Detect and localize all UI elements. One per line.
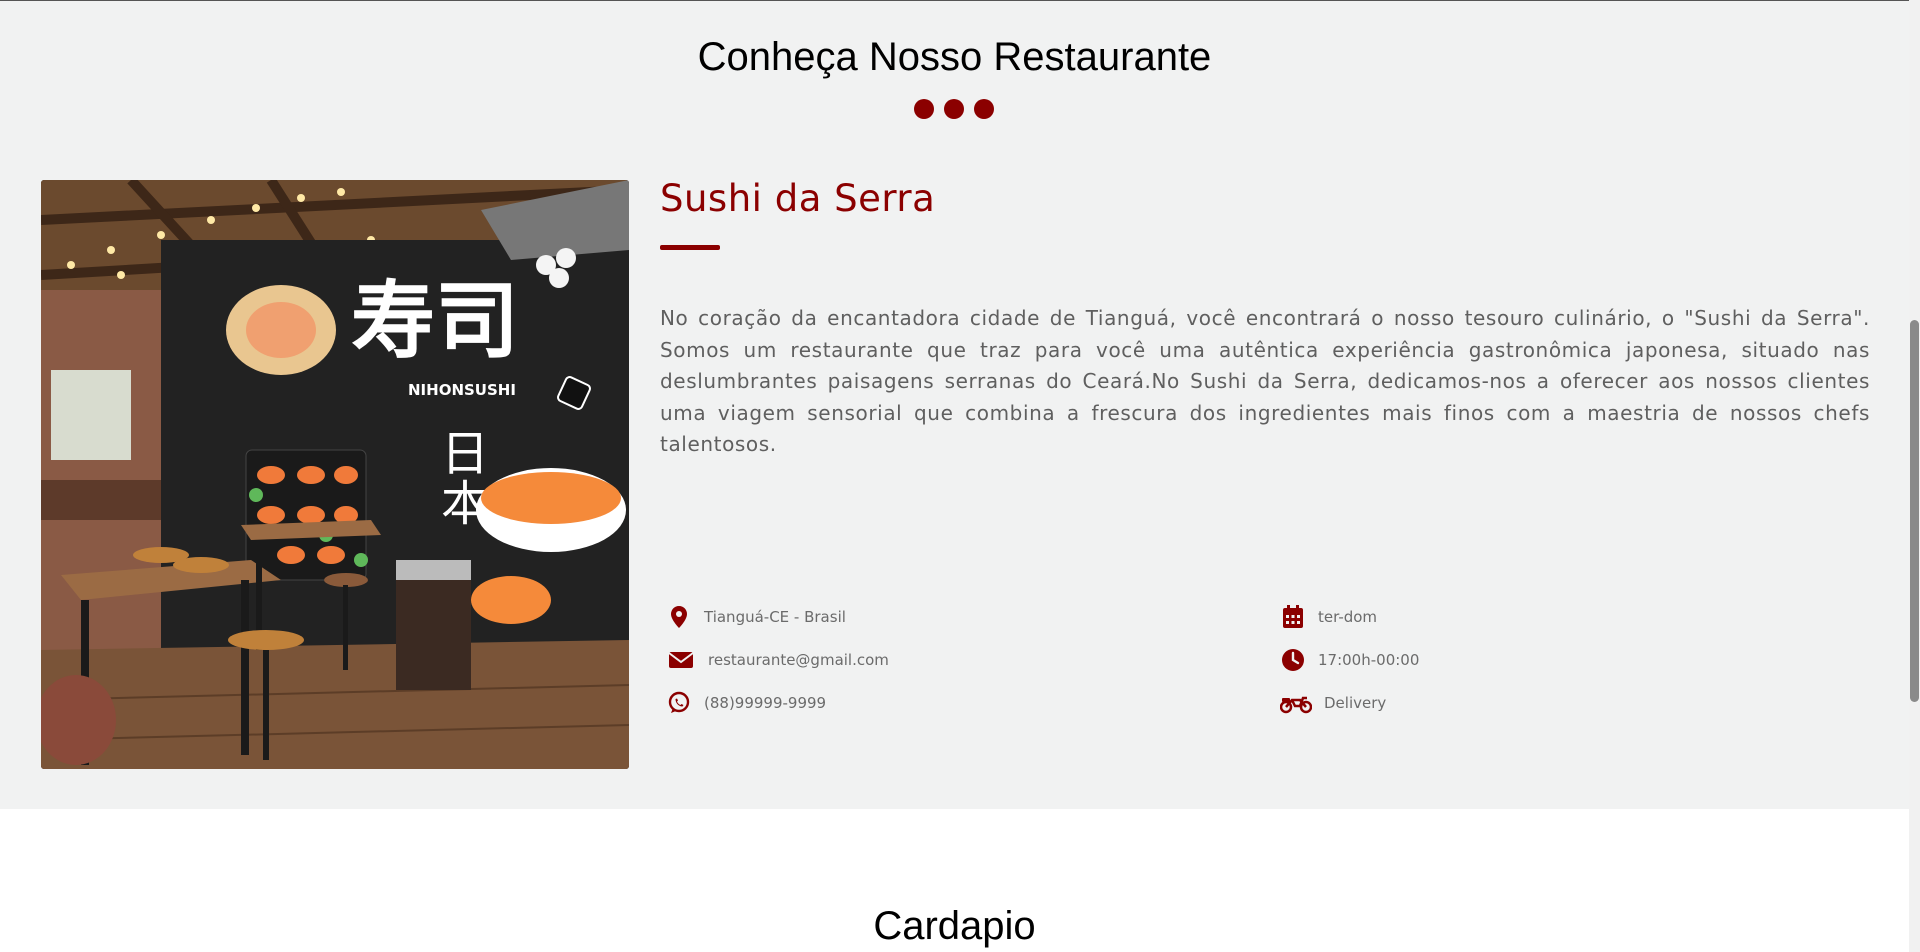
dot: [914, 99, 934, 119]
menu-section-title: Cardapio: [873, 904, 1036, 948]
svg-text:日: 日: [441, 426, 489, 482]
name-underline: [660, 245, 720, 250]
svg-text:NIHONSUSHI: NIHONSUSHI: [408, 381, 516, 399]
info-delivery: Delivery: [1280, 690, 1386, 716]
dot: [974, 99, 994, 119]
motorcycle-icon: [1280, 690, 1312, 716]
location-text: Tianguá-CE - Brasil: [704, 608, 846, 626]
info-days: ter-dom: [1280, 604, 1377, 630]
scrollbar-thumb[interactable]: [1910, 320, 1919, 702]
section-title: Conheça Nosso Restaurante: [697, 35, 1212, 79]
delivery-text: Delivery: [1324, 694, 1387, 712]
hours-text: 17:00h-00:00: [1318, 651, 1420, 669]
clock-icon: [1280, 647, 1306, 673]
dot: [944, 99, 964, 119]
page-scrollbar[interactable]: [1909, 0, 1920, 952]
about-section: Conheça Nosso Restaurante 寿司 NIHONSUSHI …: [0, 0, 1909, 809]
info-email: restaurante@gmail.com: [666, 647, 889, 673]
title-dots-decoration: [914, 99, 994, 119]
days-text: ter-dom: [1318, 608, 1378, 626]
svg-text:寿司: 寿司: [351, 271, 519, 370]
restaurant-name: Sushi da Serra: [660, 177, 936, 220]
restaurant-description: No coração da encantadora cidade de Tian…: [660, 306, 1870, 456]
location-pin-icon: [666, 604, 692, 630]
email-text: restaurante@gmail.com: [708, 651, 889, 669]
phone-text: (88)99999-9999: [704, 694, 827, 712]
info-phone: (88)99999-9999: [666, 690, 826, 716]
info-location: Tianguá-CE - Brasil: [666, 604, 846, 630]
info-hours: 17:00h-00:00: [1280, 647, 1419, 673]
restaurant-photo: 寿司 NIHONSUSHI 日 本: [41, 180, 629, 769]
whatsapp-icon: [666, 690, 692, 716]
envelope-icon: [666, 647, 696, 673]
calendar-icon: [1280, 604, 1306, 630]
